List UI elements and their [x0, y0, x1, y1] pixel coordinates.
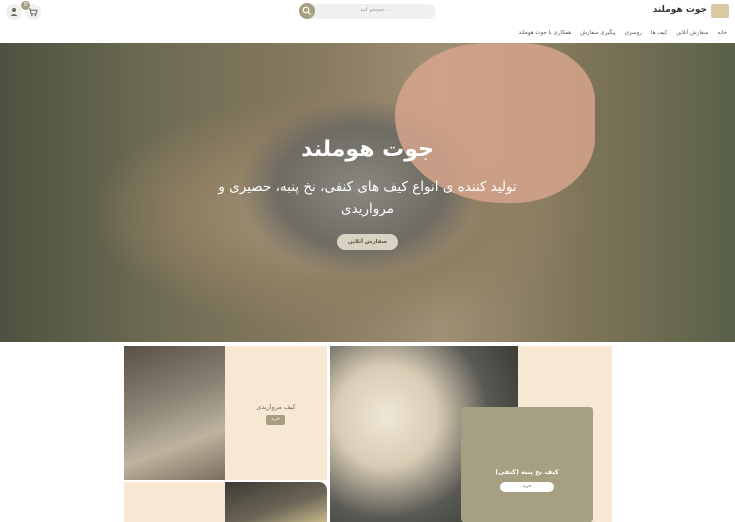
hero-order-button[interactable]: سفارش آنلاین: [337, 234, 398, 250]
nav-order-tracking[interactable]: پیگیری سفارش: [580, 30, 615, 36]
nav-cooperation[interactable]: همکاری با جوت هوملند: [519, 30, 572, 36]
cotton-bag-label: کیف نخ پنبه (کنفی): [495, 468, 559, 476]
pearl-bag-image[interactable]: [124, 346, 225, 480]
nav-order-online[interactable]: سفارش آنلاین: [676, 30, 708, 36]
nav-home[interactable]: خانه: [717, 30, 727, 36]
search-button[interactable]: [299, 3, 315, 19]
bag-image[interactable]: [225, 482, 327, 522]
cart-badge: 0: [21, 1, 30, 10]
main-nav: خانه سفارش آنلاین کیف ها روسری پیگیری سف…: [519, 30, 727, 36]
search-icon: [302, 6, 311, 15]
nav-scarves[interactable]: روسری: [625, 30, 642, 36]
user-button[interactable]: [6, 4, 22, 20]
hero-subtitle: تولید کننده ی انواع کیف های کنفی، نخ پنب…: [218, 179, 517, 217]
user-icon: [10, 8, 18, 16]
pearl-bag-label: کیف مرواریدی: [256, 403, 296, 411]
brand-name[interactable]: جوت هوملند: [653, 5, 707, 15]
pearl-bag-buy-button[interactable]: خرید: [266, 415, 285, 425]
cotton-bag-overlay: [461, 407, 593, 522]
pearl-bag-card: [225, 346, 327, 480]
search-placeholder: جستجو کنید...: [360, 7, 390, 13]
nav-bags[interactable]: کیف ها: [651, 30, 667, 36]
cotton-bag-buy-button[interactable]: خرید: [500, 482, 554, 492]
logo[interactable]: [711, 4, 729, 18]
hero-banner: جوت هوملند تولید کننده ی انواع کیف های ک…: [0, 43, 735, 342]
promo-card: [124, 482, 225, 522]
header: جوت هوملند جستجو کنید... 0 خانه سفارش آن…: [0, 0, 735, 43]
hero-title: جوت هوملند: [301, 137, 434, 162]
